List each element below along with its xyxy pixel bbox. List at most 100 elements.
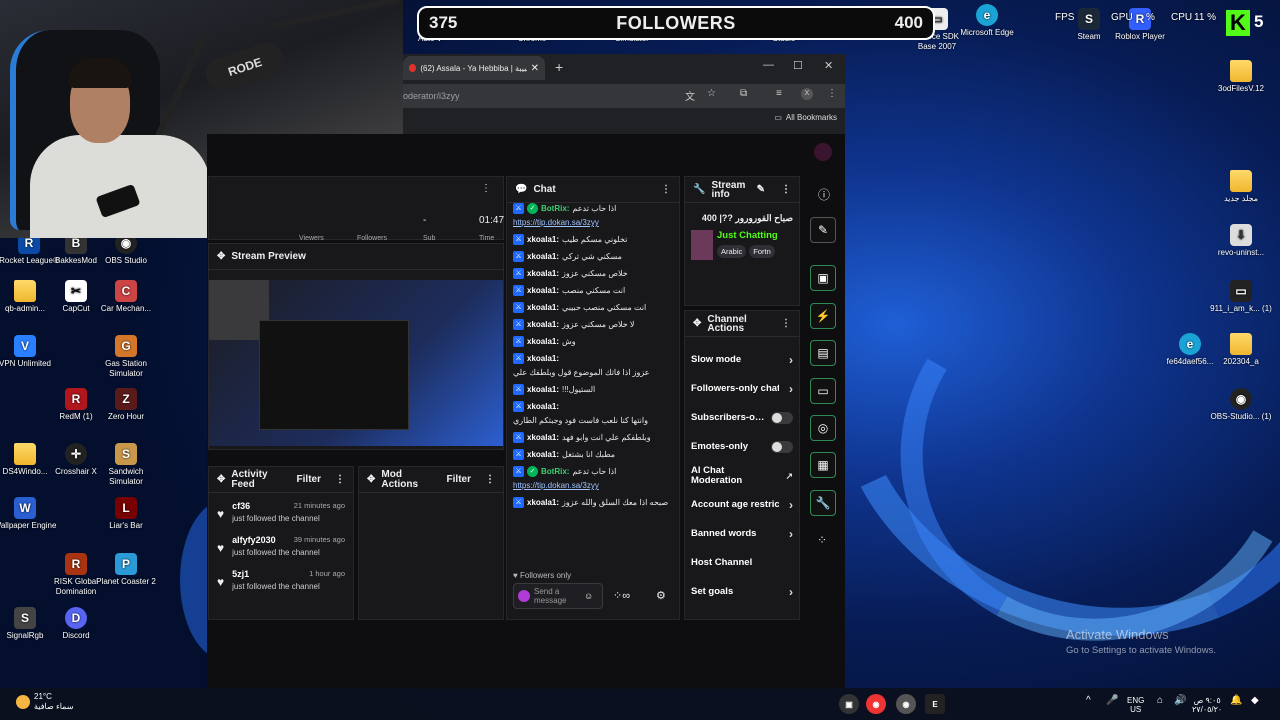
- followers-only-row[interactable]: Followers-only chat ›: [685, 374, 799, 403]
- chat-message[interactable]: ⚔ xkoala1: خلاص مسكني عزوز: [513, 268, 673, 279]
- chat-link[interactable]: https://tip.dokan.sa/3zyy: [513, 480, 673, 491]
- more-options-icon[interactable]: ⋮: [481, 183, 491, 194]
- notes-icon[interactable]: ▤: [810, 340, 836, 366]
- close-window-icon[interactable]: ✕: [824, 59, 833, 72]
- microphone-icon[interactable]: 🎤: [1106, 696, 1118, 706]
- desktop-icon-discord[interactable]: D Discord: [44, 607, 108, 641]
- drag-handle-icon[interactable]: ✥: [367, 474, 375, 485]
- more-options-icon[interactable]: ⋮: [485, 474, 495, 485]
- emote-menu-icon[interactable]: ⁘∞: [613, 589, 630, 602]
- bookmark-star-icon[interactable]: ☆: [707, 88, 716, 99]
- chat-username[interactable]: xkoala1:: [527, 353, 559, 364]
- desktop-icon-revo[interactable]: ⬇ revo-uninst...: [1209, 224, 1273, 258]
- chat-username[interactable]: xkoala1:: [527, 384, 559, 395]
- network-icon[interactable]: ⌂: [1157, 696, 1163, 706]
- desktop-icon-sandwich[interactable]: S Sandwich Simulator: [94, 443, 158, 487]
- desktop-icon-folder[interactable]: 3odFilesV.12: [1209, 60, 1273, 94]
- chat-message[interactable]: ⚔ xkoala1: وش: [513, 336, 673, 347]
- layout-icon[interactable]: ▦: [810, 452, 836, 478]
- profile-avatar[interactable]: X: [801, 88, 813, 100]
- filter-button[interactable]: Filter: [447, 474, 471, 485]
- obs-taskbar-icon[interactable]: ◉: [896, 694, 916, 714]
- chat-message[interactable]: ⚔ xkoala1: صبحه اذا معك السلق والله عزوز: [513, 497, 673, 508]
- profile-avatar[interactable]: [814, 143, 832, 161]
- close-tab-icon[interactable]: ✕: [531, 63, 539, 74]
- desktop-icon-edge[interactable]: e Microsoft Edge: [955, 4, 1019, 38]
- wrench-icon[interactable]: 🔧: [810, 490, 836, 516]
- epic-games-icon[interactable]: E: [925, 694, 945, 714]
- info-icon[interactable]: ⓘ: [818, 186, 830, 203]
- chat-message[interactable]: ⚔ xkoala1: وبلطفكم علي انت وابو فهد: [513, 432, 673, 443]
- desktop-icon-obs-file[interactable]: ◉ OBS-Studio... (1): [1209, 388, 1273, 422]
- chrome-icon[interactable]: ◉: [866, 694, 886, 714]
- notifications-icon[interactable]: 🔔: [1230, 696, 1242, 706]
- extensions-icon[interactable]: ⧉: [740, 88, 747, 99]
- copilot-icon[interactable]: ◆: [1251, 696, 1259, 706]
- edit-icon[interactable]: ✎: [757, 184, 765, 195]
- chat-username[interactable]: BotRix:: [541, 203, 569, 214]
- weather-widget[interactable]: 21°C سماء صافية: [16, 692, 74, 712]
- chat-bubble-icon[interactable]: ▭: [810, 378, 836, 404]
- more-options-icon[interactable]: ⋮: [781, 184, 791, 195]
- tag[interactable]: Fortn: [749, 245, 775, 258]
- chat-message[interactable]: ⚔ xkoala1: الستيول!!!: [513, 384, 673, 395]
- chat-username[interactable]: xkoala1:: [527, 285, 559, 296]
- more-options-icon[interactable]: ⋮: [781, 318, 791, 329]
- broadcast-icon[interactable]: ◎: [810, 415, 836, 441]
- lightning-icon[interactable]: ⚡: [810, 303, 836, 329]
- subscribers-only-toggle[interactable]: [771, 411, 793, 424]
- chat-username[interactable]: xkoala1:: [527, 319, 559, 330]
- chat-message-list[interactable]: ⚔ ✓ BotRix: اذا حاب تدعم https://tip.dokan.s…: [513, 203, 673, 563]
- language-indicator[interactable]: ENG US: [1127, 696, 1144, 714]
- chat-username[interactable]: xkoala1:: [527, 497, 559, 508]
- chat-message[interactable]: ⚔ xkoala1: وانتها كنا نلعب فاست فود وجبتكم…: [513, 401, 673, 426]
- set-goals-row[interactable]: Set goals ›: [685, 577, 799, 606]
- drag-handle-icon[interactable]: ✥: [217, 251, 225, 262]
- desktop-icon-vpn[interactable]: V VPN Unlimited: [0, 335, 57, 369]
- volume-icon[interactable]: 🔊: [1174, 696, 1186, 706]
- desktop-icon-liars-bar[interactable]: L Liar's Bar: [94, 497, 158, 531]
- edit-layout-icon[interactable]: ✎: [810, 217, 836, 243]
- emote-icon[interactable]: ⁘: [817, 533, 827, 547]
- settings-icon[interactable]: ⚙: [656, 589, 666, 602]
- desktop-icon-folder[interactable]: 202304_a: [1209, 333, 1273, 367]
- desktop-icon-gas-station[interactable]: G Gas Station Simulator: [94, 335, 158, 379]
- account-age-row[interactable]: Account age restriction›: [685, 490, 799, 519]
- emotes-only-row[interactable]: Emotes-only: [685, 432, 799, 461]
- chat-message[interactable]: ⚔ xkoala1: عزوز اذا فاتك الموضوع قول وبلطف…: [513, 353, 673, 378]
- subscribers-only-row[interactable]: Subscribers-only: [685, 403, 799, 432]
- drag-handle-icon[interactable]: ✥: [217, 474, 225, 485]
- chat-message[interactable]: ⚔ xkoala1: لا خلاص مسكني عزوز: [513, 319, 673, 330]
- stream-preview-video[interactable]: [209, 280, 503, 446]
- desktop-icon-zero-hour[interactable]: Z Zero Hour: [94, 388, 158, 422]
- chat-username[interactable]: xkoala1:: [527, 401, 559, 412]
- taskbar-app-icon[interactable]: ▣: [839, 694, 859, 714]
- chat-username[interactable]: xkoala1:: [527, 251, 559, 262]
- chat-username[interactable]: xkoala1:: [527, 449, 559, 460]
- desktop-icon-car-mechanic[interactable]: C Car Mechan...: [94, 280, 158, 314]
- desktop-icon-file[interactable]: ▭ 911_i_am_k... (1): [1209, 280, 1273, 314]
- chat-message[interactable]: ⚔ ✓ BotRix: اذا حاب تدعم https://tip.dokan.s…: [513, 466, 673, 491]
- browser-tab[interactable]: (62) Assala - Ya Hebbiba | حبيبة ✕: [403, 56, 545, 80]
- drag-handle-icon[interactable]: ✥: [693, 318, 701, 329]
- chat-message[interactable]: ⚔ xkoala1: انت مسكني منصب: [513, 285, 673, 296]
- ai-moderation-row[interactable]: AI Chat Moderation ↗: [685, 461, 799, 490]
- filter-button[interactable]: Filter: [297, 474, 321, 485]
- new-tab-icon[interactable]: +: [555, 59, 563, 75]
- translate-icon[interactable]: 文: [685, 88, 695, 103]
- minimize-icon[interactable]: —: [763, 59, 774, 71]
- chat-message[interactable]: ⚔ ✓ BotRix: اذا حاب تدعم https://tip.dokan.s…: [513, 203, 673, 228]
- desktop-icon-wallpaper-engine[interactable]: WWallpaper Engine: [0, 497, 57, 531]
- chat-username[interactable]: xkoala1:: [527, 302, 559, 313]
- chat-username[interactable]: xkoala1:: [527, 336, 559, 347]
- category-name[interactable]: Just Chatting: [717, 230, 778, 241]
- more-options-icon[interactable]: ⋮: [335, 474, 345, 485]
- chat-message[interactable]: ⚔ xkoala1: مطبك انا بشتغل: [513, 449, 673, 460]
- chat-input[interactable]: Send a message ☺: [513, 583, 603, 609]
- all-bookmarks[interactable]: ▭ All Bookmarks: [774, 113, 837, 122]
- chat-message[interactable]: ⚔ xkoala1: مسكني شي تركي: [513, 251, 673, 262]
- slow-mode-row[interactable]: Slow mode ›: [685, 345, 799, 374]
- chevron-up-icon[interactable]: ^: [1086, 696, 1091, 706]
- banned-words-row[interactable]: Banned words ›: [685, 519, 799, 548]
- media-controls-icon[interactable]: ≡: [776, 88, 782, 99]
